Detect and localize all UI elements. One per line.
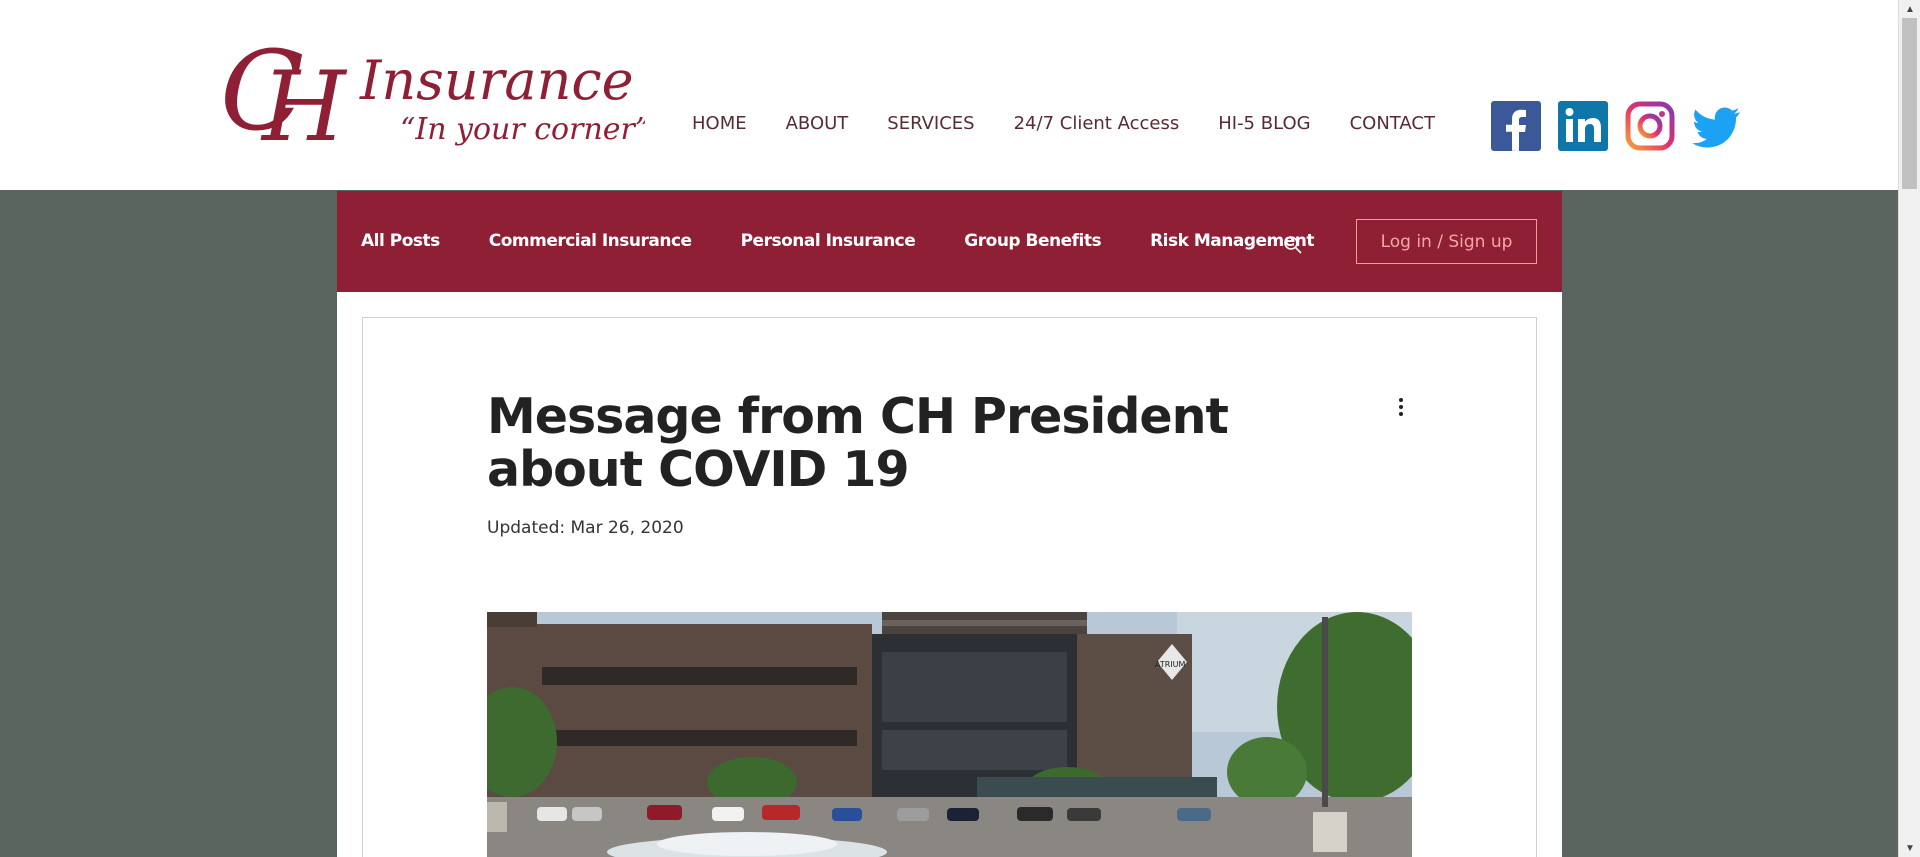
nav-home[interactable]: HOME [692, 113, 747, 134]
ch-insurance-logo[interactable]: C H Insurance “In your corner” [220, 24, 650, 163]
logo-wordmark: Insurance [359, 49, 634, 112]
nav-blog[interactable]: HI-5 BLOG [1218, 113, 1310, 134]
post-updated-date: Updated: Mar 26, 2020 [487, 518, 684, 538]
category-commercial-insurance[interactable]: Commercial Insurance [489, 231, 692, 251]
linkedin-icon[interactable] [1558, 101, 1608, 151]
building-sign: ATRIUM [1155, 660, 1186, 669]
site-header: C H Insurance “In your corner” HOME ABOU… [0, 0, 1898, 190]
post-title: Message from CH President about COVID 19 [487, 388, 1229, 498]
scroll-up-icon[interactable]: ▲ [1899, 0, 1920, 18]
search-icon[interactable] [1282, 234, 1304, 256]
page-scrollbar[interactable]: ▲ ▼ [1898, 0, 1920, 857]
main-nav: HOME ABOUT SERVICES 24/7 Client Access H… [692, 113, 1474, 134]
scroll-thumb[interactable] [1902, 18, 1917, 189]
blog-categories: All Posts Commercial Insurance Personal … [361, 231, 1363, 251]
post-cover-image: ATRIUM [487, 612, 1412, 857]
instagram-icon[interactable] [1625, 101, 1675, 151]
category-personal-insurance[interactable]: Personal Insurance [741, 231, 916, 251]
facebook-icon[interactable] [1491, 101, 1541, 151]
scroll-down-icon[interactable]: ▼ [1899, 839, 1920, 857]
category-group-benefits[interactable]: Group Benefits [964, 231, 1101, 251]
login-signup-button[interactable]: Log in / Sign up [1356, 219, 1537, 264]
more-actions-icon[interactable] [1390, 396, 1412, 418]
nav-services[interactable]: SERVICES [887, 113, 974, 134]
logo-tagline: “In your corner” [400, 112, 645, 147]
svg-text:H: H [260, 51, 348, 159]
social-links [1491, 101, 1742, 151]
category-all-posts[interactable]: All Posts [361, 231, 440, 251]
twitter-icon[interactable] [1692, 101, 1742, 151]
nav-about[interactable]: ABOUT [786, 113, 849, 134]
nav-client-access[interactable]: 24/7 Client Access [1014, 113, 1180, 134]
nav-contact[interactable]: CONTACT [1350, 113, 1435, 134]
